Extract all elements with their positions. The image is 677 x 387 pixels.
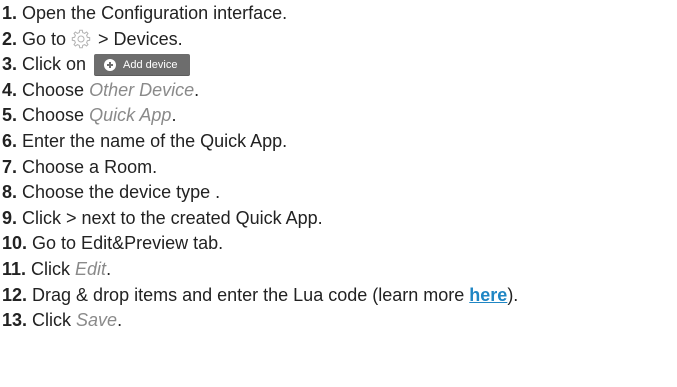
step-12: 12. Drag & drop items and enter the Lua …	[2, 283, 677, 309]
step-text: Click > next to the created Quick App.	[22, 207, 323, 228]
plus-circle-icon	[104, 58, 117, 71]
step-number: 13.	[2, 310, 28, 331]
step-number: 3.	[2, 54, 18, 75]
step-11: 11. Click Edit.	[2, 257, 677, 283]
step-4: 4. Choose Other Device.	[2, 78, 677, 104]
step-text-suffix: > Devices.	[98, 28, 183, 49]
step-number: 2.	[2, 28, 18, 49]
step-text-prefix: Click	[31, 258, 76, 279]
step-text-prefix: Click	[32, 310, 77, 331]
add-device-button[interactable]: Add device	[94, 53, 191, 76]
step-number: 8.	[2, 182, 18, 203]
step-text: Enter the name of the Quick App.	[22, 130, 288, 151]
option-name: Quick App	[89, 105, 172, 126]
step-text-prefix: Drag & drop items and enter the Lua code…	[32, 284, 470, 305]
step-text: Click Save.	[32, 308, 122, 334]
learn-more-link[interactable]: here	[469, 285, 507, 305]
step-number: 9.	[2, 207, 18, 228]
gear-icon	[70, 28, 92, 50]
step-text: Choose Other Device.	[22, 78, 199, 104]
step-8: 8. Choose the device type .	[2, 180, 677, 206]
step-9: 9. Click > next to the created Quick App…	[2, 206, 677, 232]
option-name: Save	[76, 310, 118, 331]
step-6: 6. Enter the name of the Quick App.	[2, 129, 677, 155]
step-7: 7. Choose a Room.	[2, 155, 677, 181]
step-number: 5.	[2, 105, 18, 126]
step-5: 5. Choose Quick App.	[2, 103, 677, 129]
step-text-suffix: .	[194, 79, 200, 100]
step-text: Choose a Room.	[22, 156, 158, 177]
step-text: Drag & drop items and enter the Lua code…	[32, 283, 518, 309]
step-number: 1.	[2, 3, 18, 23]
step-text-suffix: ).	[507, 284, 519, 305]
step-number: 4.	[2, 79, 18, 100]
instructions-list: 1. Open the Configuration interface. 2. …	[0, 0, 677, 334]
step-text: Choose Quick App.	[22, 103, 176, 129]
step-text: Click Edit.	[31, 257, 111, 283]
step-number: 10.	[2, 233, 28, 254]
step-number: 7.	[2, 156, 18, 177]
option-name: Other Device	[89, 79, 195, 100]
step-text: Go to Edit&Preview tab.	[32, 233, 224, 254]
step-number: 12.	[2, 284, 28, 305]
step-number: 11.	[2, 258, 27, 279]
step-2: 2. Go to > Devices.	[2, 27, 677, 53]
step-text-prefix: Choose	[22, 79, 90, 100]
step-text-suffix: .	[106, 258, 112, 279]
step-10: 10. Go to Edit&Preview tab.	[2, 231, 677, 257]
step-3: 3. Click on Add device	[2, 52, 677, 78]
step-text: Choose the device type .	[22, 182, 221, 203]
step-text-suffix: .	[171, 105, 177, 126]
step-number: 6.	[2, 130, 18, 151]
option-name: Edit	[75, 258, 107, 279]
step-13: 13. Click Save.	[2, 308, 677, 334]
step-text: Open the Configuration interface.	[22, 3, 288, 23]
step-text-suffix: .	[117, 310, 123, 331]
add-device-button-label: Add device	[123, 58, 178, 71]
step-text: Go to	[22, 28, 67, 49]
step-text: Click on	[22, 54, 87, 75]
step-1: 1. Open the Configuration interface.	[2, 1, 677, 27]
step-text-prefix: Choose	[22, 105, 90, 126]
